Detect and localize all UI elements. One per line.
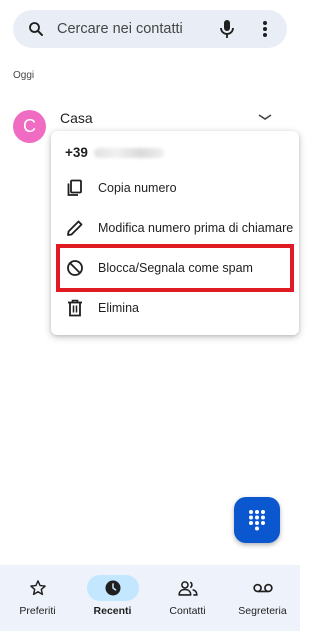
- more-vert-icon[interactable]: [254, 18, 276, 40]
- dialpad-button[interactable]: [234, 497, 280, 543]
- dialpad-icon: [249, 510, 265, 531]
- edit-pencil-icon: [65, 218, 85, 238]
- nav-label: Recenti: [93, 605, 132, 617]
- people-icon: [162, 575, 214, 601]
- menu-item-label: Copia numero: [98, 181, 177, 195]
- bottom-navigation: Preferiti Recenti Contatti Segreteria: [0, 565, 300, 631]
- nav-label: Contatti: [169, 605, 206, 617]
- voicemail-icon: [237, 575, 289, 601]
- menu-item-label: Elimina: [98, 301, 139, 315]
- nav-label: Preferiti: [19, 605, 56, 617]
- search-input[interactable]: Cercare nei contatti: [57, 21, 183, 37]
- nav-item-recents[interactable]: Recenti: [75, 565, 150, 631]
- avatar[interactable]: C: [13, 110, 46, 143]
- menu-item-label: Blocca/Segnala come spam: [98, 261, 253, 275]
- mic-icon[interactable]: [216, 18, 238, 40]
- nav-label: Segreteria: [238, 605, 287, 617]
- menu-item-block-spam[interactable]: Blocca/Segnala come spam: [51, 248, 299, 288]
- block-icon: [65, 258, 85, 278]
- nav-item-contacts[interactable]: Contatti: [150, 565, 225, 631]
- phone-number-prefix: +39: [65, 145, 88, 160]
- context-menu: +39 Copia numero Modifica numero prima d…: [51, 131, 299, 335]
- search-bar[interactable]: Cercare nei contatti: [13, 10, 287, 48]
- trash-icon: [65, 298, 85, 318]
- phone-number: +39: [65, 145, 164, 160]
- section-label-today: Oggi: [13, 70, 35, 81]
- star-icon: [12, 575, 64, 601]
- contact-name[interactable]: Casa: [60, 110, 93, 126]
- clock-icon: [86, 575, 139, 601]
- expand-chevron-icon[interactable]: [258, 114, 272, 120]
- copy-icon: [65, 178, 85, 198]
- menu-item-edit-number[interactable]: Modifica numero prima di chiamare: [51, 208, 299, 248]
- search-icon: [25, 18, 47, 40]
- menu-item-copy-number[interactable]: Copia numero: [51, 168, 299, 208]
- nav-item-favorites[interactable]: Preferiti: [0, 565, 75, 631]
- menu-item-delete[interactable]: Elimina: [51, 288, 299, 328]
- redacted-number: [93, 147, 164, 158]
- menu-item-label: Modifica numero prima di chiamare: [98, 221, 294, 235]
- nav-item-voicemail[interactable]: Segreteria: [225, 565, 300, 631]
